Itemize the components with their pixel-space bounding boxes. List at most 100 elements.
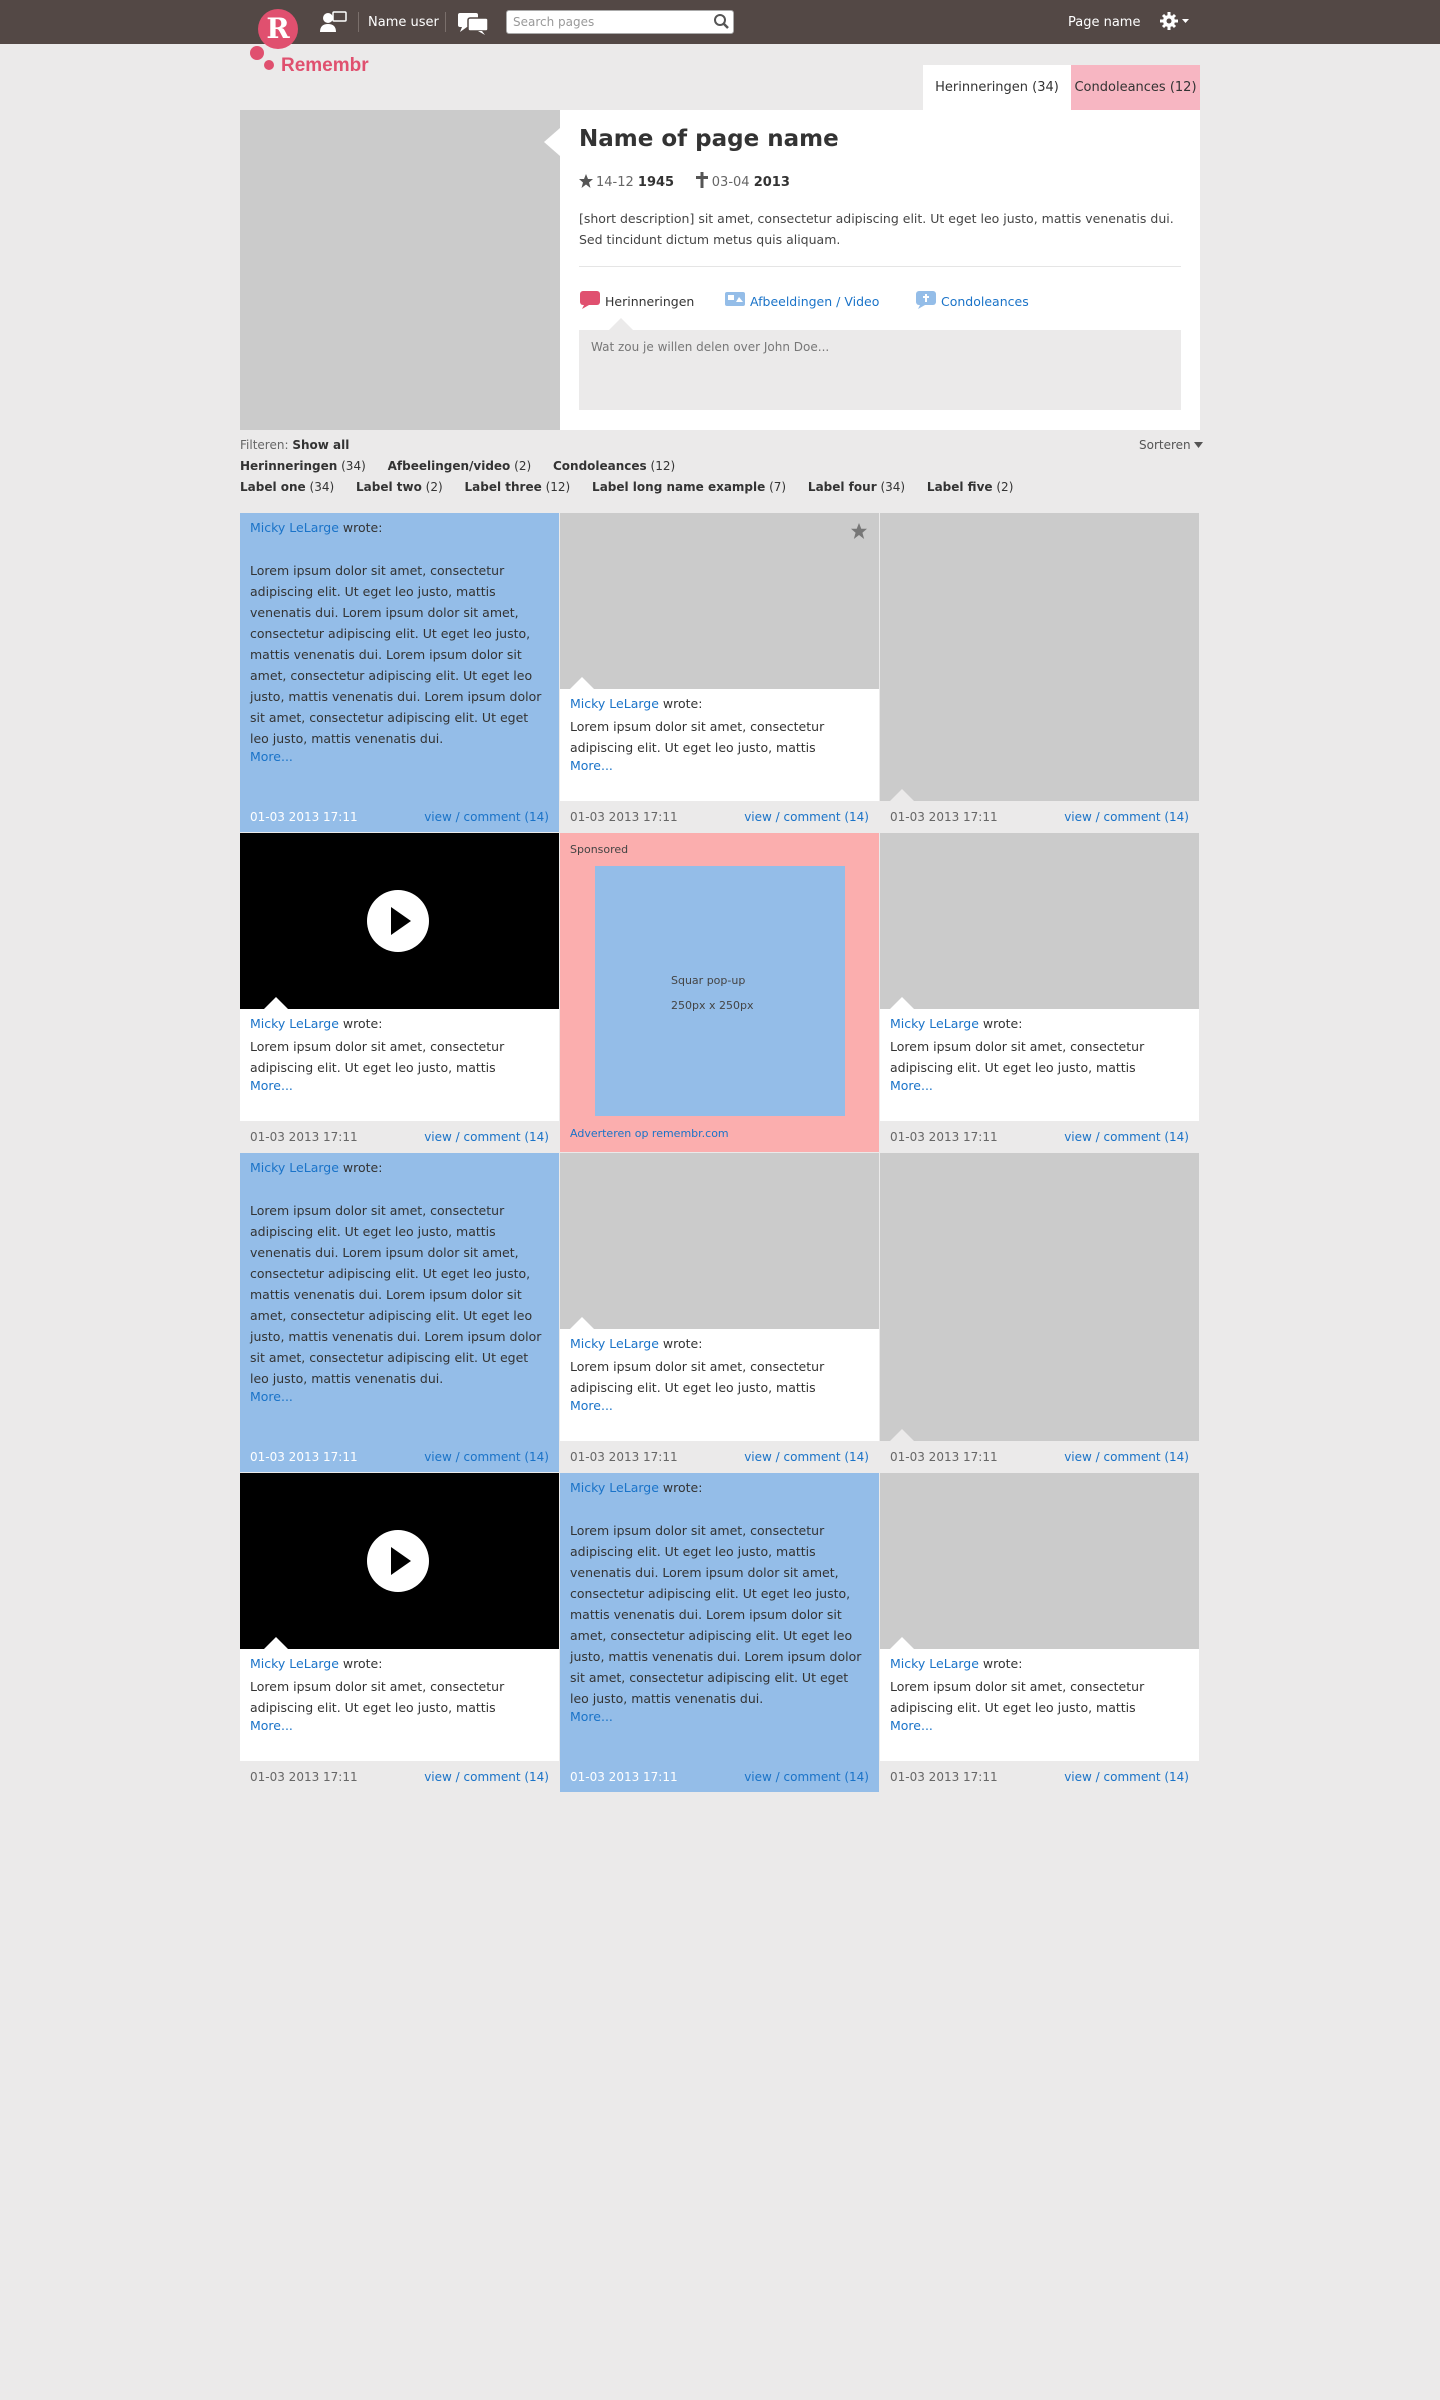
filter-label-item[interactable]: Label long name example (7) (592, 480, 786, 494)
more-link[interactable]: More... (570, 1709, 613, 1724)
view-link[interactable]: view (744, 1770, 772, 1784)
more-link[interactable]: More... (570, 1398, 613, 1413)
comment-link[interactable]: comment (14) (1104, 1130, 1189, 1144)
advertise-link[interactable]: Adverteren op remembr.com (570, 1127, 729, 1140)
post-date: 01-03 2013 17:11 (250, 1770, 358, 1784)
logo-icon[interactable]: R (258, 9, 298, 49)
filter-type[interactable]: Condoleances (12) (553, 459, 675, 473)
view-link[interactable]: view (1064, 1770, 1092, 1784)
profile-photo (240, 110, 560, 430)
filter-type[interactable]: Afbeelingen/video (2) (388, 459, 532, 473)
post-tab-label: Afbeeldingen / Video (750, 294, 880, 309)
star-icon[interactable] (851, 523, 867, 539)
post-date: 01-03 2013 17:11 (890, 1130, 998, 1144)
view-link[interactable]: view (744, 810, 772, 824)
filter-types: Herinneringen (34) Afbeelingen/video (2)… (240, 459, 693, 473)
post-text: Lorem ipsum dolor sit amet, consectetur … (570, 1359, 825, 1395)
more-link[interactable]: More... (250, 1718, 293, 1733)
author-link[interactable]: Micky LeLarge (250, 1160, 339, 1175)
user-name-link[interactable]: Name user (368, 15, 439, 30)
author-link[interactable]: Micky LeLarge (890, 1016, 979, 1031)
view-link[interactable]: view (424, 810, 452, 824)
user-profile-icon[interactable] (318, 10, 348, 34)
more-link[interactable]: More... (890, 1718, 933, 1733)
post-tab-condoleances[interactable]: Condoleances (915, 290, 1029, 310)
author-link[interactable]: Micky LeLarge (250, 1656, 339, 1671)
view-link[interactable]: view (1064, 810, 1092, 824)
messages-icon[interactable] (456, 10, 490, 36)
sponsored-ad-tile: Sponsored Squar pop-up 250px x 250px Adv… (560, 833, 879, 1152)
more-link[interactable]: More... (250, 749, 293, 764)
image-post-tile[interactable]: Micky LeLarge wrote: Lorem ipsum dolor s… (880, 1473, 1199, 1792)
play-icon[interactable] (367, 1530, 429, 1592)
filter-label-item[interactable]: Label four (34) (808, 480, 905, 494)
author-link[interactable]: Micky LeLarge (250, 1016, 339, 1031)
share-input[interactable] (579, 330, 1181, 410)
post-footer: 01-03 2013 17:11 view / comment (14) (880, 1761, 1199, 1792)
filter-label-item[interactable]: Label three (12) (465, 480, 571, 494)
filter-type[interactable]: Herinneringen (34) (240, 459, 366, 473)
play-icon[interactable] (367, 890, 429, 952)
image-post-tile[interactable]: Micky LeLarge wrote: Lorem ipsum dolor s… (880, 833, 1199, 1152)
search-input[interactable] (507, 11, 703, 33)
more-link[interactable]: More... (890, 1078, 933, 1093)
view-link[interactable]: view (424, 1770, 452, 1784)
text-post-tile[interactable]: Micky LeLarge wrote: Lorem ipsum dolor s… (240, 513, 559, 832)
image-pointer (890, 789, 914, 801)
post-image (560, 1153, 879, 1329)
post-video (240, 833, 559, 1009)
comment-link[interactable]: comment (14) (784, 1770, 869, 1784)
author-link[interactable]: Micky LeLarge (890, 1656, 979, 1671)
ad-popup[interactable]: Squar pop-up 250px x 250px (595, 866, 845, 1116)
view-link[interactable]: view (424, 1130, 452, 1144)
logo-text[interactable]: Remembr (281, 55, 369, 77)
filter-label-item[interactable]: Label two (2) (356, 480, 443, 494)
image-post-tile[interactable]: Micky LeLarge wrote: Lorem ipsum dolor s… (560, 1153, 879, 1472)
tab-herinneringen[interactable]: Herinneringen (34) (923, 65, 1071, 110)
filter-label-item[interactable]: Label one (34) (240, 480, 334, 494)
comment-link[interactable]: comment (14) (1104, 1450, 1189, 1464)
image-pointer (890, 1429, 914, 1441)
comment-link[interactable]: comment (14) (464, 810, 549, 824)
comment-link[interactable]: comment (14) (784, 1450, 869, 1464)
comment-link[interactable]: comment (14) (464, 1130, 549, 1144)
view-link[interactable]: view (1064, 1130, 1092, 1144)
image-post-tile[interactable]: 01-03 2013 17:11 view / comment (14) (880, 513, 1199, 832)
video-post-tile[interactable]: Micky LeLarge wrote: Lorem ipsum dolor s… (240, 833, 559, 1152)
page-title: Name of page name (579, 126, 839, 152)
comment-link[interactable]: comment (14) (464, 1450, 549, 1464)
comment-link[interactable]: comment (14) (1104, 810, 1189, 824)
filter-label-item[interactable]: Label five (2) (927, 480, 1013, 494)
settings-gear-icon[interactable] (1158, 10, 1192, 34)
tab-condoleances[interactable]: Condoleances (12) (1071, 65, 1200, 110)
author-link[interactable]: Micky LeLarge (570, 1336, 659, 1351)
image-pointer (890, 997, 914, 1009)
more-link[interactable]: More... (250, 1389, 293, 1404)
image-post-tile[interactable]: Micky LeLarge wrote: Lorem ipsum dolor s… (560, 513, 879, 832)
search-icon[interactable] (711, 12, 731, 32)
post-date: 01-03 2013 17:11 (570, 1450, 678, 1464)
author-link[interactable]: Micky LeLarge (570, 696, 659, 711)
view-link[interactable]: view (744, 1450, 772, 1464)
view-link[interactable]: view (424, 1450, 452, 1464)
image-post-tile[interactable]: 01-03 2013 17:11 view / comment (14) (880, 1153, 1199, 1472)
comment-link[interactable]: comment (14) (784, 810, 869, 824)
post-tab-afbeeldingen[interactable]: Afbeeldingen / Video (724, 290, 879, 310)
birth-day: 14-12 (596, 175, 634, 190)
author-link[interactable]: Micky LeLarge (250, 520, 339, 535)
more-link[interactable]: More... (250, 1078, 293, 1093)
post-text: Lorem ipsum dolor sit amet, consectetur … (250, 563, 542, 746)
post-tab-herinneringen[interactable]: Herinneringen (579, 290, 694, 310)
page-name-link[interactable]: Page name (1068, 15, 1140, 30)
comment-link[interactable]: comment (14) (1104, 1770, 1189, 1784)
post-date: 01-03 2013 17:11 (890, 1450, 998, 1464)
filter-show-all[interactable]: Show all (292, 438, 349, 452)
sort-dropdown[interactable]: Sorteren (1139, 438, 1204, 452)
view-link[interactable]: view (1064, 1450, 1092, 1464)
text-post-tile[interactable]: Micky LeLarge wrote: Lorem ipsum dolor s… (560, 1473, 879, 1792)
video-post-tile[interactable]: Micky LeLarge wrote: Lorem ipsum dolor s… (240, 1473, 559, 1792)
comment-link[interactable]: comment (14) (464, 1770, 549, 1784)
text-post-tile[interactable]: Micky LeLarge wrote: Lorem ipsum dolor s… (240, 1153, 559, 1472)
author-link[interactable]: Micky LeLarge (570, 1480, 659, 1495)
more-link[interactable]: More... (570, 758, 613, 773)
